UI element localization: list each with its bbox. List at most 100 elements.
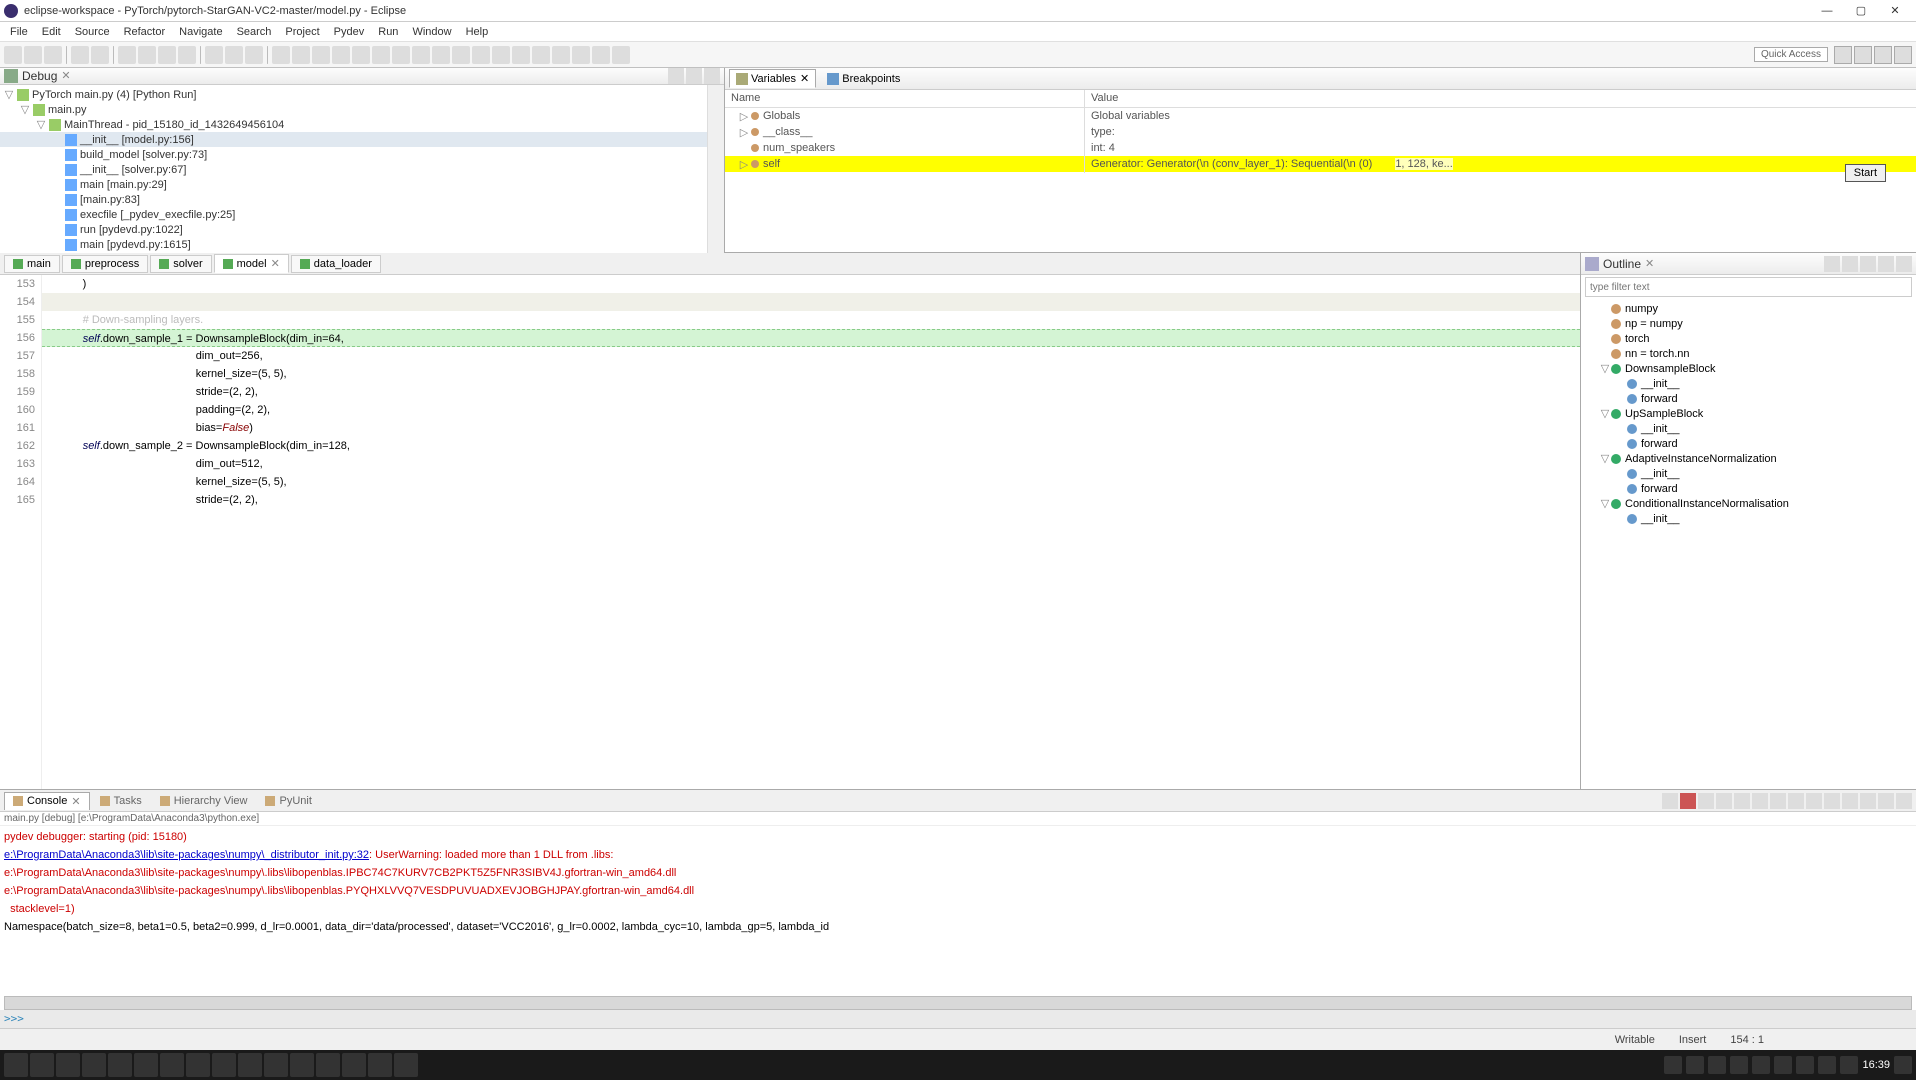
resume-button[interactable] <box>118 46 136 64</box>
toolbar-button[interactable] <box>372 46 390 64</box>
menu-pydev[interactable]: Pydev <box>328 24 371 40</box>
perspective-button[interactable] <box>1854 46 1872 64</box>
scroll-lock-button[interactable] <box>1752 793 1768 809</box>
tray-icon[interactable] <box>1818 1056 1836 1074</box>
console-prompt[interactable]: >>> <box>0 1010 1916 1028</box>
outline-item[interactable]: __init__ <box>1581 511 1916 526</box>
toolbar-button[interactable] <box>592 46 610 64</box>
editor-tab-main[interactable]: main <box>4 255 60 273</box>
console-button[interactable] <box>1842 793 1858 809</box>
clear-console-button[interactable] <box>1734 793 1750 809</box>
terminate-button[interactable] <box>158 46 176 64</box>
tray-icon[interactable] <box>1752 1056 1770 1074</box>
perspective-button[interactable] <box>1834 46 1852 64</box>
close-icon[interactable]: ✕ <box>800 72 809 85</box>
console-button[interactable] <box>1806 793 1822 809</box>
debug-tree-row[interactable]: execfile [_pydev_execfile.py:25] <box>0 207 707 222</box>
menu-file[interactable]: File <box>4 24 34 40</box>
view-button[interactable] <box>1896 256 1912 272</box>
debug-tree-row[interactable]: [main.py:83] <box>0 192 707 207</box>
tab-console[interactable]: Console ✕ <box>4 792 90 810</box>
toolbar-button[interactable] <box>492 46 510 64</box>
variables-table[interactable]: ▷GlobalsGlobal variables▷__class__type: … <box>725 108 1916 252</box>
debug-tree[interactable]: ▽PyTorch main.py (4) [Python Run]▽main.p… <box>0 85 707 254</box>
outline-item[interactable]: __init__ <box>1581 421 1916 436</box>
tray-icon[interactable] <box>1708 1056 1726 1074</box>
debug-tree-row[interactable]: ▽PyTorch main.py (4) [Python Run] <box>0 87 707 102</box>
menu-run[interactable]: Run <box>372 24 404 40</box>
suspend-button[interactable] <box>138 46 156 64</box>
minimize-button[interactable]: — <box>1810 0 1844 22</box>
editor-tab-solver[interactable]: solver <box>150 255 211 273</box>
quick-access-input[interactable]: Quick Access <box>1754 47 1828 62</box>
toolbar-button[interactable] <box>272 46 290 64</box>
code-editor[interactable]: 153154155156157158159160161162163164165 … <box>0 275 1580 789</box>
taskbar-app[interactable] <box>316 1053 340 1077</box>
pin-button[interactable] <box>1770 793 1786 809</box>
outline-tree[interactable]: numpynp = numpytorchnn = torch.nn▽Downsa… <box>1581 299 1916 789</box>
code-area[interactable]: ) # Down-sampling layers. self.down_samp… <box>42 275 1580 789</box>
debug-tree-row[interactable]: main [main.py:29] <box>0 177 707 192</box>
tray-icon[interactable] <box>1730 1056 1748 1074</box>
view-menu-button[interactable] <box>668 68 684 84</box>
taskbar-app[interactable] <box>212 1053 236 1077</box>
scrollbar[interactable] <box>707 85 724 254</box>
debug-tree-row[interactable]: ▽MainThread - pid_15180_id_1432649456104 <box>0 117 707 132</box>
tab-hierarchy[interactable]: Hierarchy View <box>152 793 256 809</box>
taskbar-app[interactable] <box>134 1053 158 1077</box>
toolbar-button[interactable] <box>472 46 490 64</box>
toolbar-button[interactable] <box>292 46 310 64</box>
display-button[interactable] <box>1788 793 1804 809</box>
console-button[interactable] <box>1824 793 1840 809</box>
taskbar-app[interactable] <box>160 1053 184 1077</box>
terminate-button[interactable] <box>1680 793 1696 809</box>
start-button[interactable]: Start <box>1845 164 1886 182</box>
remove-launch-button[interactable] <box>1698 793 1714 809</box>
toolbar-button[interactable] <box>412 46 430 64</box>
outline-filter-input[interactable] <box>1585 277 1912 297</box>
tab-variables[interactable]: Variables ✕ <box>729 69 816 88</box>
taskbar-app[interactable] <box>186 1053 210 1077</box>
step-over-button[interactable] <box>225 46 243 64</box>
variable-row[interactable]: ▷selfGenerator: Generator(\n (conv_layer… <box>725 156 1916 172</box>
menu-edit[interactable]: Edit <box>36 24 67 40</box>
close-button[interactable]: ✕ <box>1878 0 1912 22</box>
notifications-button[interactable] <box>1894 1056 1912 1074</box>
variable-row[interactable]: ▷GlobalsGlobal variables <box>725 108 1916 124</box>
step-into-button[interactable] <box>205 46 223 64</box>
toolbar-button[interactable] <box>572 46 590 64</box>
menu-source[interactable]: Source <box>69 24 116 40</box>
taskbar-app[interactable] <box>82 1053 106 1077</box>
console-button[interactable] <box>1878 793 1894 809</box>
outline-item[interactable]: torch <box>1581 331 1916 346</box>
volume-icon[interactable] <box>1840 1056 1858 1074</box>
console-button[interactable] <box>1860 793 1876 809</box>
toolbar-button[interactable] <box>352 46 370 64</box>
outline-item[interactable]: ▽DownsampleBlock <box>1581 361 1916 376</box>
outline-item[interactable]: ▽AdaptiveInstanceNormalization <box>1581 451 1916 466</box>
menu-refactor[interactable]: Refactor <box>118 24 172 40</box>
maximize-button[interactable]: ▢ <box>1844 0 1878 22</box>
outline-item[interactable]: ▽ConditionalInstanceNormalisation <box>1581 496 1916 511</box>
tab-pyunit[interactable]: PyUnit <box>257 793 319 809</box>
toolbar-button[interactable] <box>312 46 330 64</box>
debug-tree-row[interactable]: build_model [solver.py:73] <box>0 147 707 162</box>
new-button[interactable] <box>4 46 22 64</box>
outline-item[interactable]: __init__ <box>1581 466 1916 481</box>
taskbar-app[interactable] <box>368 1053 392 1077</box>
view-button[interactable] <box>1860 256 1876 272</box>
outline-item[interactable]: __init__ <box>1581 376 1916 391</box>
toolbar-button[interactable] <box>532 46 550 64</box>
maximize-view-button[interactable] <box>704 68 720 84</box>
perspective-button[interactable] <box>1894 46 1912 64</box>
debug-tree-row[interactable]: main [pydevd.py:1615] <box>0 237 707 252</box>
view-button[interactable] <box>1878 256 1894 272</box>
variable-row[interactable]: ▷__class__type: <box>725 124 1916 140</box>
tray-icon[interactable] <box>1664 1056 1682 1074</box>
outline-item[interactable]: nn = torch.nn <box>1581 346 1916 361</box>
debug-tree-row[interactable]: run [pydevd.py:1022] <box>0 222 707 237</box>
console-button[interactable] <box>1662 793 1678 809</box>
outline-item[interactable]: forward <box>1581 481 1916 496</box>
tray-icon[interactable] <box>1796 1056 1814 1074</box>
outline-item[interactable]: forward <box>1581 436 1916 451</box>
